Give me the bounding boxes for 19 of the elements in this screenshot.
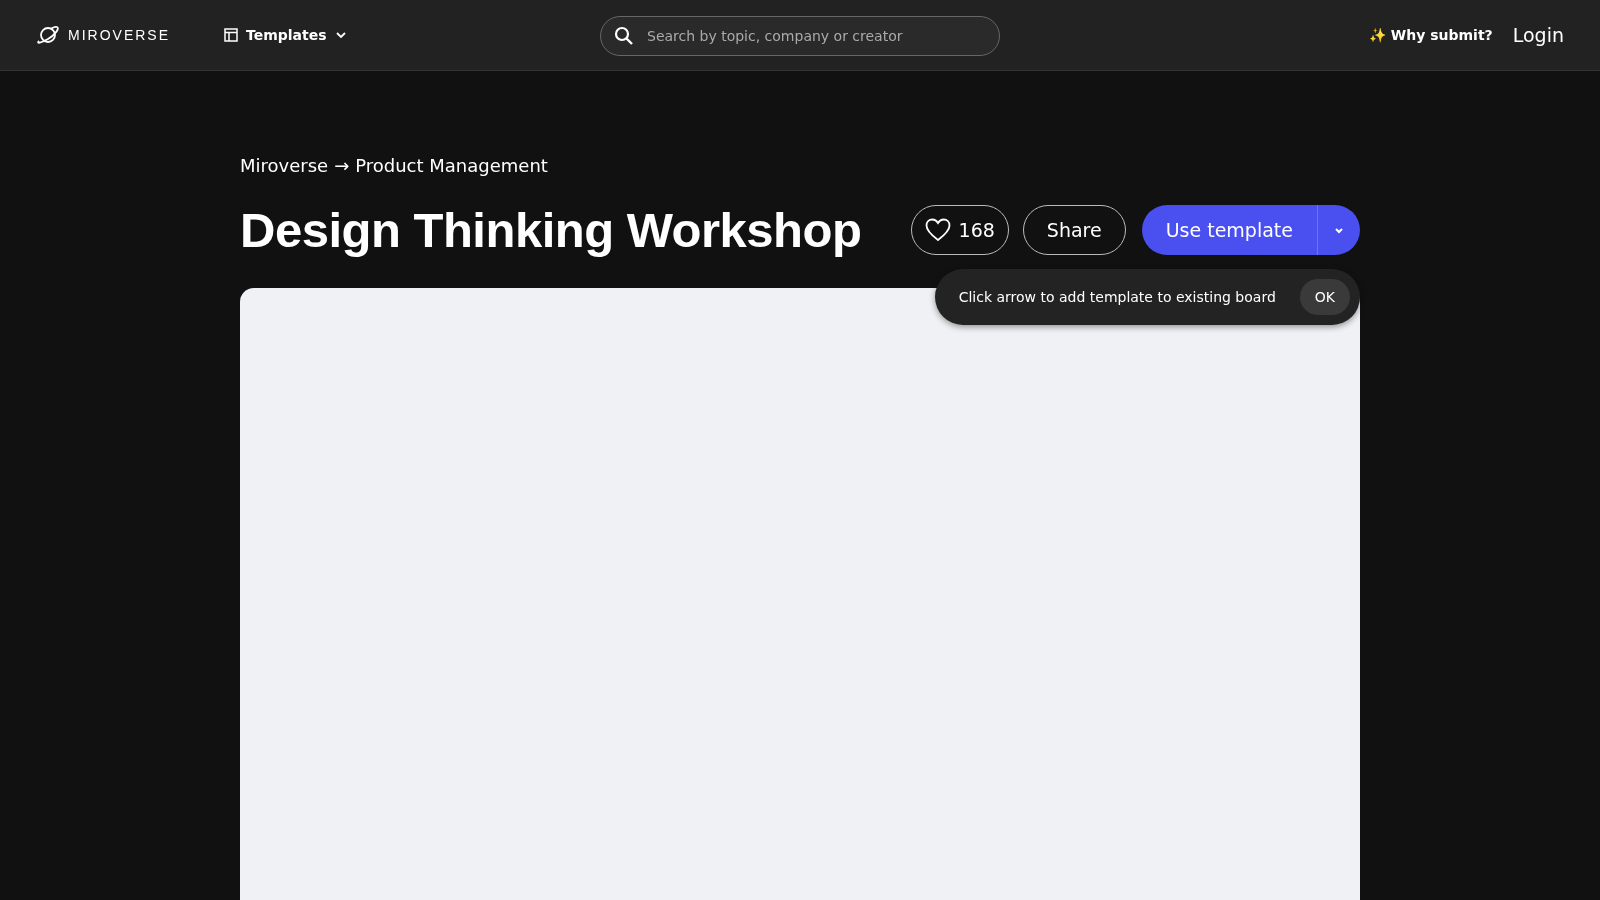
planet-icon: [36, 25, 60, 45]
search-field[interactable]: Search by topic, company or creator: [600, 16, 1000, 56]
why-submit-link[interactable]: ✨ Why submit?: [1368, 27, 1493, 43]
page-title: Design Thinking Workshop: [240, 202, 862, 258]
chevron-down-icon: [334, 31, 347, 39]
ok-button[interactable]: OK: [1299, 279, 1350, 315]
dropdown-arrow-button[interactable]: [1318, 205, 1360, 255]
breadcrumb-separator: →: [334, 155, 350, 176]
templates-menu[interactable]: Templates: [224, 27, 347, 43]
logo-text[interactable]: MIROVERSE: [68, 27, 170, 43]
login-link[interactable]: Login: [1512, 24, 1564, 46]
search-icon: [614, 26, 634, 46]
breadcrumb-link[interactable]: Miroverse: [240, 155, 329, 176]
heart-icon: [924, 218, 951, 242]
tooltip-text: Click arrow to add template to existing board: [958, 289, 1276, 305]
breadcrumb-link[interactable]: Product Management: [355, 155, 548, 176]
use-template-button[interactable]: Use template: [1141, 205, 1318, 255]
chevron-down-icon: [1334, 226, 1344, 234]
layout-icon: [224, 28, 238, 42]
